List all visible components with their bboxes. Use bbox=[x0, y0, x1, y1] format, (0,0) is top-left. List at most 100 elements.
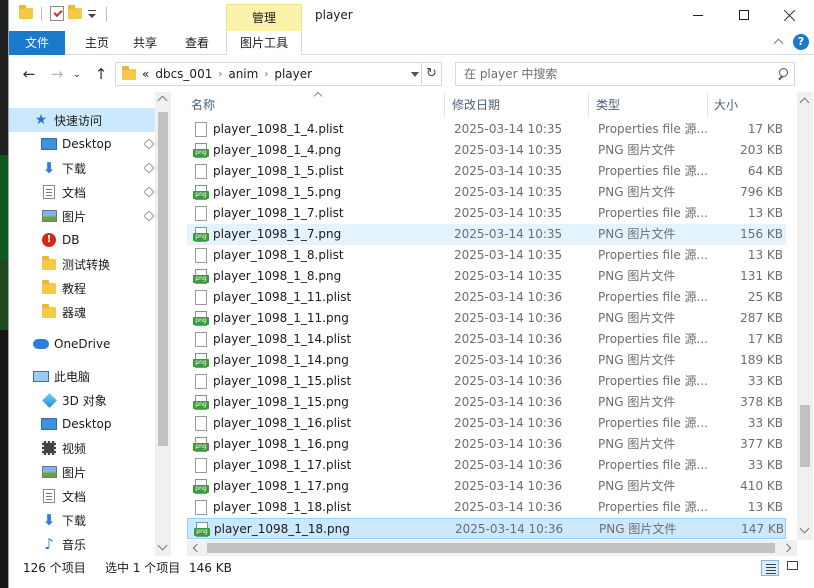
refresh-icon[interactable]: ↻ bbox=[421, 63, 441, 85]
breadcrumb-anim[interactable]: anim bbox=[228, 67, 258, 81]
tab-view[interactable]: 查看 bbox=[175, 31, 219, 55]
file-row[interactable]: player_1098_1_7.png 2025-03-14 10:35 PNG 图… bbox=[187, 224, 786, 245]
nav-item-label: 器魂 bbox=[62, 305, 87, 320]
pin-icon[interactable] bbox=[143, 162, 155, 174]
file-row[interactable]: player_1098_1_16.png 2025-03-14 10:36 PNG … bbox=[187, 434, 786, 455]
pin-icon[interactable] bbox=[143, 138, 155, 150]
chevron-right-icon[interactable]: › bbox=[264, 69, 268, 80]
file-row[interactable]: player_1098_1_14.plist 2025-03-14 10:36 Pr… bbox=[187, 329, 786, 350]
file-row[interactable]: player_1098_1_5.png 2025-03-14 10:35 PNG 图… bbox=[187, 182, 786, 203]
column-divider[interactable] bbox=[588, 92, 589, 118]
column-header-date[interactable]: 修改日期 bbox=[452, 92, 587, 118]
star-icon: ★ bbox=[34, 112, 48, 128]
maximize-button[interactable] bbox=[721, 0, 767, 30]
file-row[interactable]: player_1098_1_8.png 2025-03-14 10:35 PNG 图… bbox=[187, 266, 786, 287]
forward-button[interactable]: → bbox=[47, 64, 67, 84]
nav-item-pc-downloads[interactable]: ⬇ 下载 bbox=[9, 508, 155, 532]
file-list-vertical-scrollbar[interactable] bbox=[797, 92, 813, 540]
nav-item-desktop[interactable]: Desktop bbox=[9, 132, 155, 156]
nav-item-quick-access[interactable]: ★ 快速访问 bbox=[9, 108, 155, 132]
nav-item-music[interactable]: ♪ 音乐 bbox=[9, 532, 155, 556]
pin-icon[interactable] bbox=[143, 186, 155, 198]
file-row[interactable]: player_1098_1_15.png 2025-03-14 10:36 PNG … bbox=[187, 392, 786, 413]
properties-icon[interactable] bbox=[50, 6, 64, 21]
nav-item-downloads[interactable]: ⬇ 下载 bbox=[9, 156, 155, 180]
file-row[interactable]: player_1098_1_11.plist 2025-03-14 10:36 Pr… bbox=[187, 287, 786, 308]
column-header-size[interactable]: 大小 bbox=[714, 92, 784, 118]
scroll-thumb[interactable] bbox=[800, 405, 810, 467]
chevron-right-icon[interactable]: › bbox=[218, 69, 222, 80]
breadcrumb-player[interactable]: player bbox=[274, 67, 312, 81]
scroll-thumb[interactable] bbox=[158, 112, 168, 446]
up-button[interactable]: ↑ bbox=[91, 64, 111, 84]
tab-share[interactable]: 共享 bbox=[123, 31, 167, 55]
tab-file[interactable]: 文件 bbox=[9, 31, 65, 55]
scroll-left-icon[interactable] bbox=[192, 543, 202, 553]
breadcrumb-overflow[interactable]: « bbox=[142, 67, 149, 81]
search-icon[interactable] bbox=[777, 68, 788, 79]
nav-item-qihun[interactable]: 器魂 bbox=[9, 300, 155, 324]
file-row[interactable]: player_1098_1_18.png 2025-03-14 10:36 PNG … bbox=[187, 518, 786, 539]
customize-toolbar-icon[interactable] bbox=[86, 7, 98, 21]
nav-item-pictures[interactable]: 图片 bbox=[9, 204, 155, 228]
nav-item-this-pc[interactable]: 此电脑 bbox=[9, 364, 155, 388]
nav-scrollbar[interactable] bbox=[155, 92, 171, 556]
pin-icon[interactable] bbox=[143, 210, 155, 222]
file-row[interactable]: player_1098_1_18.plist 2025-03-14 10:36 Pr… bbox=[187, 497, 786, 518]
new-folder-icon[interactable] bbox=[68, 5, 82, 19]
nav-item-pc-pictures[interactable]: 图片 bbox=[9, 460, 155, 484]
minimize-button[interactable] bbox=[675, 0, 721, 30]
breadcrumb-dbcs-001[interactable]: dbcs_001 bbox=[155, 67, 212, 81]
file-row[interactable]: player_1098_1_17.png 2025-03-14 10:36 PNG … bbox=[187, 476, 786, 497]
column-divider[interactable] bbox=[444, 92, 445, 118]
nav-item-pc-desktop[interactable]: Desktop bbox=[9, 412, 155, 436]
file-size: 378 KB bbox=[740, 395, 783, 409]
column-header-name[interactable]: 名称 bbox=[191, 92, 443, 118]
nav-item-pc-documents[interactable]: 文档 bbox=[9, 484, 155, 508]
file-row[interactable]: player_1098_1_7.plist 2025-03-14 10:35 Pro… bbox=[187, 203, 786, 224]
scroll-down-icon[interactable] bbox=[157, 540, 168, 551]
nav-item-label: 测试转换 bbox=[62, 257, 111, 272]
back-button[interactable]: ← bbox=[19, 64, 39, 84]
address-bar[interactable]: « dbcs_001 › anim › player ↻ bbox=[115, 62, 442, 86]
scroll-up-icon[interactable] bbox=[157, 95, 168, 106]
nav-item-documents[interactable]: 文档 bbox=[9, 180, 155, 204]
file-list-horizontal-scrollbar[interactable] bbox=[187, 540, 797, 556]
details-view-button[interactable] bbox=[761, 560, 779, 576]
recent-locations-button[interactable]: ⌄ bbox=[71, 64, 83, 84]
contextual-tab-manage[interactable]: 管理 bbox=[226, 4, 302, 31]
search-input[interactable]: 在 player 中搜索 bbox=[455, 62, 795, 86]
help-icon[interactable]: ? bbox=[793, 34, 809, 50]
file-row[interactable]: player_1098_1_16.plist 2025-03-14 10:36 Pr… bbox=[187, 413, 786, 434]
details-view-icon bbox=[766, 564, 776, 565]
file-row[interactable]: player_1098_1_17.plist 2025-03-14 10:36 Pr… bbox=[187, 455, 786, 476]
file-list: 名称 修改日期 类型 大小 player_1098_1_4.plist 2025-… bbox=[187, 91, 814, 556]
large-icons-view-button[interactable] bbox=[783, 560, 801, 576]
file-size: 64 KB bbox=[747, 164, 783, 178]
file-row[interactable]: player_1098_1_11.png 2025-03-14 10:36 PNG … bbox=[187, 308, 786, 329]
nav-item-db[interactable]: ! DB bbox=[9, 228, 155, 252]
close-button[interactable] bbox=[767, 0, 813, 30]
scroll-right-icon[interactable] bbox=[782, 543, 792, 553]
nav-item-3d-objects[interactable]: 3D 对象 bbox=[9, 388, 155, 412]
nav-item-onedrive[interactable]: OneDrive bbox=[9, 332, 155, 356]
folder-icon[interactable] bbox=[19, 5, 33, 19]
scroll-down-icon[interactable] bbox=[799, 523, 810, 534]
tab-picture-tools[interactable]: 图片工具 bbox=[226, 31, 302, 55]
file-row[interactable]: player_1098_1_8.plist 2025-03-14 10:35 Pro… bbox=[187, 245, 786, 266]
column-divider[interactable] bbox=[707, 92, 708, 118]
expand-ribbon-icon[interactable] bbox=[773, 37, 783, 47]
nav-item-videos[interactable]: 视频 bbox=[9, 436, 155, 460]
file-row[interactable]: player_1098_1_5.plist 2025-03-14 10:35 Pro… bbox=[187, 161, 786, 182]
scroll-up-icon[interactable] bbox=[799, 97, 810, 108]
nav-item-tutorial[interactable]: 教程 bbox=[9, 276, 155, 300]
tab-home[interactable]: 主页 bbox=[75, 31, 119, 55]
file-row[interactable]: player_1098_1_4.png 2025-03-14 10:35 PNG 图… bbox=[187, 140, 786, 161]
file-row[interactable]: player_1098_1_4.plist 2025-03-14 10:35 Pro… bbox=[187, 119, 786, 140]
address-dropdown-icon[interactable] bbox=[411, 72, 419, 77]
scroll-thumb[interactable] bbox=[207, 543, 775, 553]
nav-item-test-convert[interactable]: 测试转换 bbox=[9, 252, 155, 276]
file-row[interactable]: player_1098_1_15.plist 2025-03-14 10:36 Pr… bbox=[187, 371, 786, 392]
column-header-type[interactable]: 类型 bbox=[596, 92, 706, 118]
file-row[interactable]: player_1098_1_14.png 2025-03-14 10:36 PNG … bbox=[187, 350, 786, 371]
